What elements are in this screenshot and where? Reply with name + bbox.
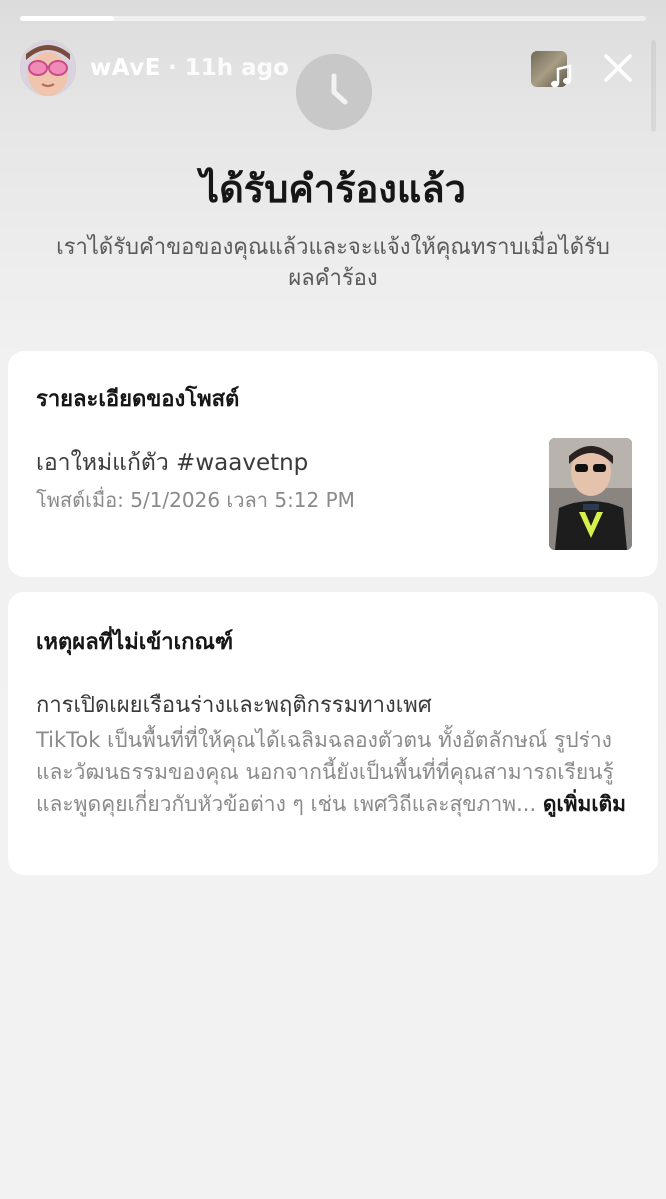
story-screen: wAvE · 11h ago ได้รับคำร้องแล้ว เราได้รั… [0,0,666,1199]
violation-card: เหตุผลที่ไม่เข้าเกณฑ์ การเปิดเผยเรือนร่า… [8,592,658,875]
post-time-ago: · 11h ago [168,55,289,81]
violation-description-text: TikTok เป็นพื้นที่ที่ให้คุณได้เฉลิมฉลองต… [36,728,614,816]
violation-heading: เหตุผลที่ไม่เข้าเกณฑ์ [36,630,234,655]
story-progress-fill [20,16,114,21]
violation-reason-description: TikTok เป็นพื้นที่ที่ให้คุณได้เฉลิมฉลองต… [36,724,636,820]
status-subtitle: เราได้รับคำขอของคุณแล้วและจะแจ้งให้คุณทร… [56,235,610,291]
avatar[interactable] [20,40,76,96]
scroll-indicator [651,40,656,132]
post-thumbnail[interactable] [549,438,632,550]
username[interactable]: wAvE [90,55,161,81]
close-icon[interactable] [600,50,636,86]
post-date: โพสต์เมื่อ: 5/1/2026 เวลา 5:12 PM [36,488,355,512]
music-note-icon [551,64,572,88]
clock-icon [296,54,372,130]
post-details-card: รายละเอียดของโพสต์ เอาใหม่แก้ตัว #waavet… [8,351,658,577]
post-details-heading: รายละเอียดของโพสต์ [36,387,240,412]
avatar-sunglasses-icon [20,40,76,96]
post-caption: เอาใหม่แก้ตัว #waavetnp [36,450,309,476]
status-title: ได้รับคำร้องแล้ว [200,167,466,211]
violation-reason-title: การเปิดเผยเรือนร่างและพฤติกรรมทางเพศ [36,693,432,718]
see-more-link[interactable]: ดูเพิ่มเติม [543,792,626,816]
story-progress-bar [20,16,646,21]
